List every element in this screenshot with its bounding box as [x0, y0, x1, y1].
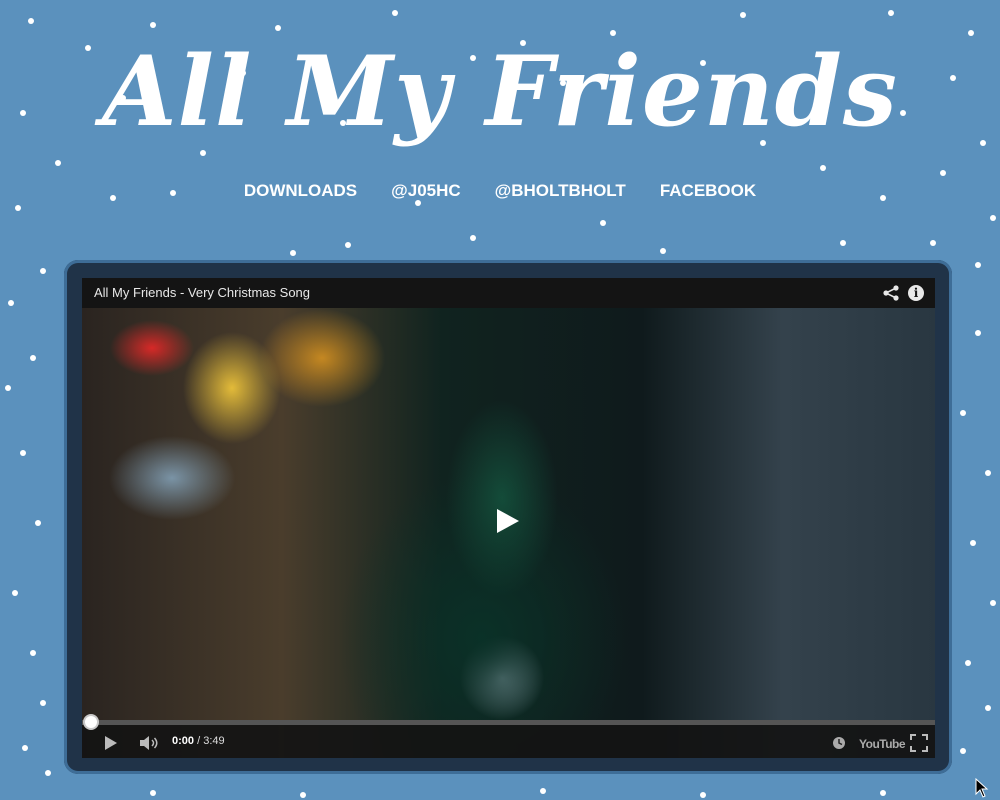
- player-title-bar: All My Friends - Very Christmas Song i: [82, 278, 935, 308]
- main-nav: DOWNLOADS @J05HC @BHOLTBHOLT FACEBOOK: [0, 178, 1000, 204]
- snowflake: [990, 215, 996, 221]
- snowflake: [540, 788, 546, 794]
- snowflake: [392, 10, 398, 16]
- player-controls: 0:00 / 3:49 YouTube: [82, 716, 935, 758]
- volume-icon[interactable]: [140, 736, 160, 750]
- nav-link-facebook[interactable]: FACEBOOK: [660, 178, 756, 204]
- snowflake: [985, 470, 991, 476]
- info-icon[interactable]: i: [908, 285, 924, 301]
- snowflake: [5, 385, 11, 391]
- share-icon[interactable]: [882, 285, 900, 301]
- snowflake: [150, 790, 156, 796]
- snowflake: [975, 330, 981, 336]
- video-title[interactable]: All My Friends - Very Christmas Song: [94, 285, 310, 300]
- fullscreen-icon[interactable]: [910, 734, 928, 752]
- snowflake: [20, 450, 26, 456]
- nav-link-twitter-bholtbholt[interactable]: @BHOLTBHOLT: [495, 178, 626, 204]
- snowflake: [975, 262, 981, 268]
- youtube-logo[interactable]: YouTube: [859, 737, 906, 751]
- snowflake: [15, 205, 21, 211]
- snowflake: [660, 248, 666, 254]
- snowflake: [8, 300, 14, 306]
- snowflake: [840, 240, 846, 246]
- time-current: 0:00: [172, 735, 195, 747]
- snowflake: [290, 250, 296, 256]
- snowflake: [40, 700, 46, 706]
- snowflake: [300, 792, 306, 798]
- snowflake: [965, 660, 971, 666]
- snowflake: [470, 235, 476, 241]
- snowflake: [700, 792, 706, 798]
- site-title: All My Friends: [102, 35, 898, 148]
- nav-link-downloads[interactable]: DOWNLOADS: [244, 178, 357, 204]
- snowflake: [30, 355, 36, 361]
- snowflake: [40, 268, 46, 274]
- snowflake: [345, 242, 351, 248]
- snowflake: [740, 12, 746, 18]
- snowflake: [600, 220, 606, 226]
- progress-scrubber[interactable]: [85, 716, 97, 728]
- snowflake: [985, 705, 991, 711]
- big-play-icon[interactable]: [490, 504, 524, 538]
- progress-bar[interactable]: [82, 716, 935, 728]
- snowflake: [22, 745, 28, 751]
- mouse-cursor-icon: [975, 778, 989, 798]
- snowflake: [30, 650, 36, 656]
- snowflake: [990, 600, 996, 606]
- snowflake: [888, 10, 894, 16]
- snowflake: [960, 410, 966, 416]
- snowflake: [35, 520, 41, 526]
- snowflake: [45, 770, 51, 776]
- snowflake: [880, 790, 886, 796]
- snowflake: [940, 170, 946, 176]
- snowflake: [820, 165, 826, 171]
- snowflake: [970, 540, 976, 546]
- time-display: 0:00 / 3:49: [172, 735, 225, 747]
- snowflake: [960, 748, 966, 754]
- snowflake: [930, 240, 936, 246]
- clock-icon[interactable]: [832, 736, 846, 750]
- play-icon[interactable]: [104, 736, 118, 750]
- time-separator: /: [194, 735, 204, 747]
- video-player[interactable]: All My Friends - Very Christmas Song i 0…: [82, 278, 935, 758]
- time-duration: 3:49: [203, 735, 225, 747]
- snowflake: [12, 590, 18, 596]
- nav-link-twitter-j05hc[interactable]: @J05HC: [391, 178, 461, 204]
